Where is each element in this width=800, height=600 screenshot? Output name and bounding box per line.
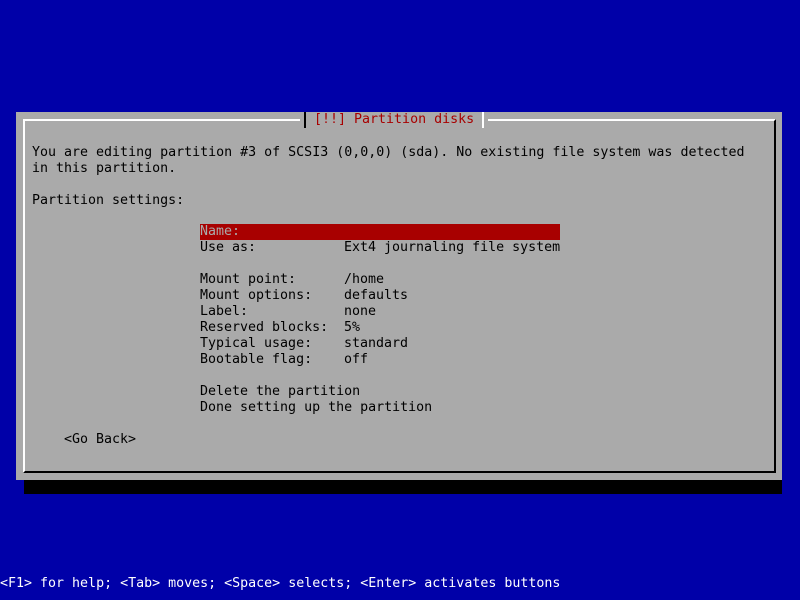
done-partition-item[interactable]: Done setting up the partition <box>200 400 560 416</box>
message-line-2: in this partition. <box>32 161 177 176</box>
setting-typical-usage[interactable]: Typical usage: standard <box>200 336 560 352</box>
setting-value: 5% <box>344 320 361 335</box>
setting-key: Mount point: <box>200 272 297 287</box>
installer-screen: [!!] Partition disks You are editing par… <box>0 0 800 600</box>
setting-key: Mount options: <box>200 288 313 303</box>
setting-key: Use as: <box>200 240 257 255</box>
setting-key: Typical usage: <box>200 336 313 351</box>
setting-key: Reserved blocks: <box>200 320 329 335</box>
setting-value: off <box>344 352 369 367</box>
setting-value: Ext4 journaling file system <box>344 240 561 255</box>
message-line-1: You are editing partition #3 of SCSI3 (0… <box>32 145 745 160</box>
done-partition-label: Done setting up the partition <box>200 400 433 415</box>
setting-value: none <box>344 304 377 319</box>
setting-key: Bootable flag: <box>200 352 313 367</box>
setting-value: defaults <box>344 288 409 303</box>
setting-value: /home <box>344 272 385 287</box>
setting-value: standard <box>344 336 409 351</box>
setting-label[interactable]: Label: none <box>200 304 560 320</box>
setting-mount-point[interactable]: Mount point: /home <box>200 272 560 288</box>
dialog-title: [!!] Partition disks <box>314 112 475 127</box>
setting-mount-options[interactable]: Mount options: defaults <box>200 288 560 304</box>
delete-partition-label: Delete the partition <box>200 384 361 399</box>
setting-name[interactable]: Name: <box>200 224 560 240</box>
dialog-title-bar: [!!] Partition disks <box>300 112 489 128</box>
settings-heading: Partition settings: <box>32 193 185 208</box>
setting-value <box>344 224 560 240</box>
delete-partition-item[interactable]: Delete the partition <box>200 384 560 400</box>
setting-key: Name: <box>200 224 241 239</box>
setting-key: Label: <box>200 304 249 319</box>
setting-bootable-flag[interactable]: Bootable flag: off <box>200 352 560 368</box>
go-back-button[interactable]: <Go Back> <box>64 432 136 448</box>
setting-reserved-blocks[interactable]: Reserved blocks: 5% <box>200 320 560 336</box>
help-line: <F1> for help; <Tab> moves; <Space> sele… <box>0 576 800 592</box>
setting-use-as[interactable]: Use as: Ext4 journaling file system <box>200 240 560 256</box>
title-right-bracket <box>482 112 485 128</box>
